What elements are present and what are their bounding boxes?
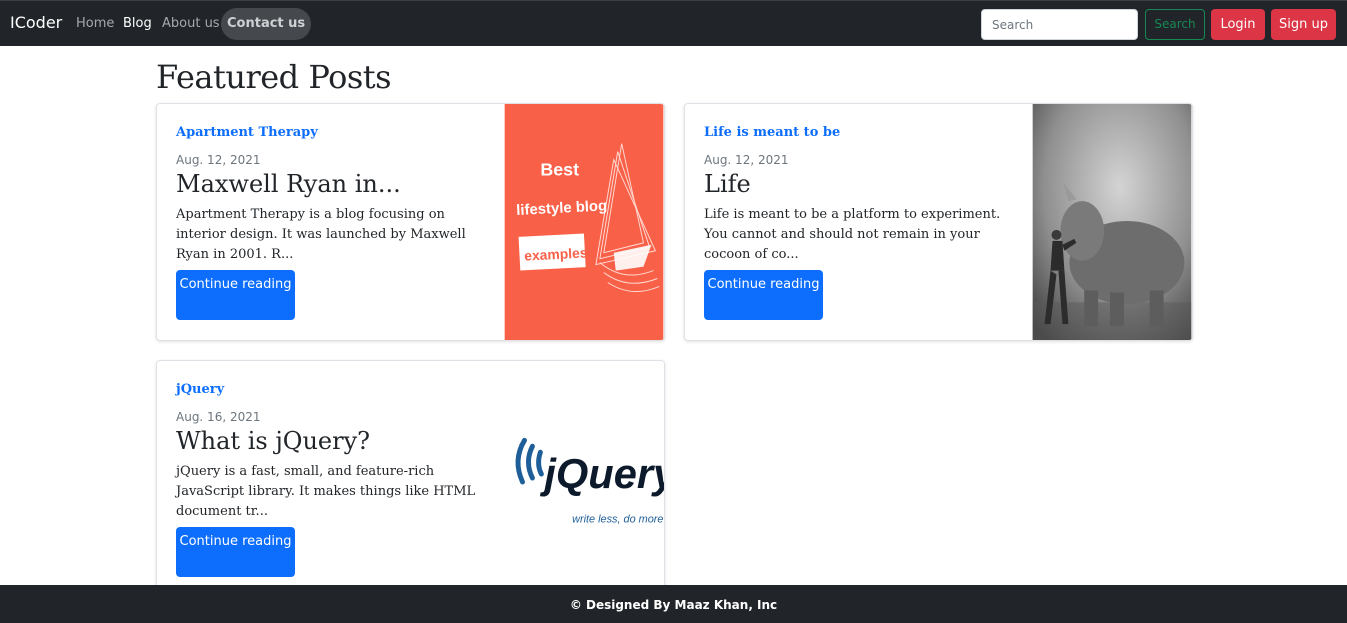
post-excerpt: Life is meant to be a platform to experi… bbox=[704, 207, 1001, 262]
nav-about[interactable]: About us bbox=[162, 16, 220, 31]
post-title: Life bbox=[704, 170, 751, 198]
nav-contact[interactable]: Contact us bbox=[221, 8, 312, 40]
post-category[interactable]: Apartment Therapy bbox=[176, 125, 318, 140]
footer: © Designed By Maaz Khan, Inc bbox=[0, 585, 1347, 623]
jquery-logo-image: jQuery write less, do more. bbox=[504, 361, 664, 597]
page-title: Featured Posts bbox=[156, 58, 392, 96]
post-date: Aug. 16, 2021 bbox=[176, 410, 261, 424]
post-title: Maxwell Ryan in... bbox=[176, 170, 401, 198]
signup-button[interactable]: Sign up bbox=[1271, 9, 1336, 40]
post-date: Aug. 12, 2021 bbox=[176, 153, 261, 167]
post-date: Aug. 12, 2021 bbox=[704, 153, 789, 167]
post-excerpt: Apartment Therapy is a blog focusing on … bbox=[176, 207, 466, 262]
rhino-photo-image bbox=[1032, 104, 1192, 340]
post-excerpt: jQuery is a fast, small, and feature-ric… bbox=[176, 464, 476, 519]
lifestyle-blog-image: Best lifestyle blog examples bbox=[504, 104, 664, 340]
footer-text: © Designed By Maaz Khan, Inc bbox=[569, 598, 778, 612]
image-text-examples: examples bbox=[524, 244, 588, 263]
brand-logo[interactable]: ICoder bbox=[10, 13, 62, 32]
post-title: What is jQuery? bbox=[176, 427, 371, 455]
post-card: jQuery Aug. 16, 2021 What is jQuery? jQu… bbox=[156, 360, 665, 598]
search-button[interactable]: Search bbox=[1145, 9, 1205, 40]
jquery-wordmark: jQuery bbox=[539, 450, 664, 498]
jquery-tagline: write less, do more. bbox=[572, 514, 664, 526]
nav-home[interactable]: Home bbox=[76, 16, 114, 31]
nav-blog[interactable]: Blog bbox=[123, 16, 152, 31]
post-category[interactable]: Life is meant to be bbox=[704, 125, 840, 140]
top-navbar: ICoder Home Blog About us Contact us Sea… bbox=[0, 0, 1347, 46]
post-card: Apartment Therapy Aug. 12, 2021 Maxwell … bbox=[156, 103, 665, 341]
post-card: Life is meant to be Aug. 12, 2021 Life L… bbox=[684, 103, 1193, 341]
post-category[interactable]: jQuery bbox=[176, 382, 224, 397]
continue-reading-button[interactable]: Continue reading bbox=[176, 270, 295, 320]
continue-reading-button[interactable]: Continue reading bbox=[704, 270, 823, 320]
continue-reading-button[interactable]: Continue reading bbox=[176, 527, 295, 577]
login-button[interactable]: Login bbox=[1211, 9, 1265, 40]
search-input[interactable] bbox=[981, 9, 1138, 40]
image-text-best: Best bbox=[540, 159, 579, 179]
